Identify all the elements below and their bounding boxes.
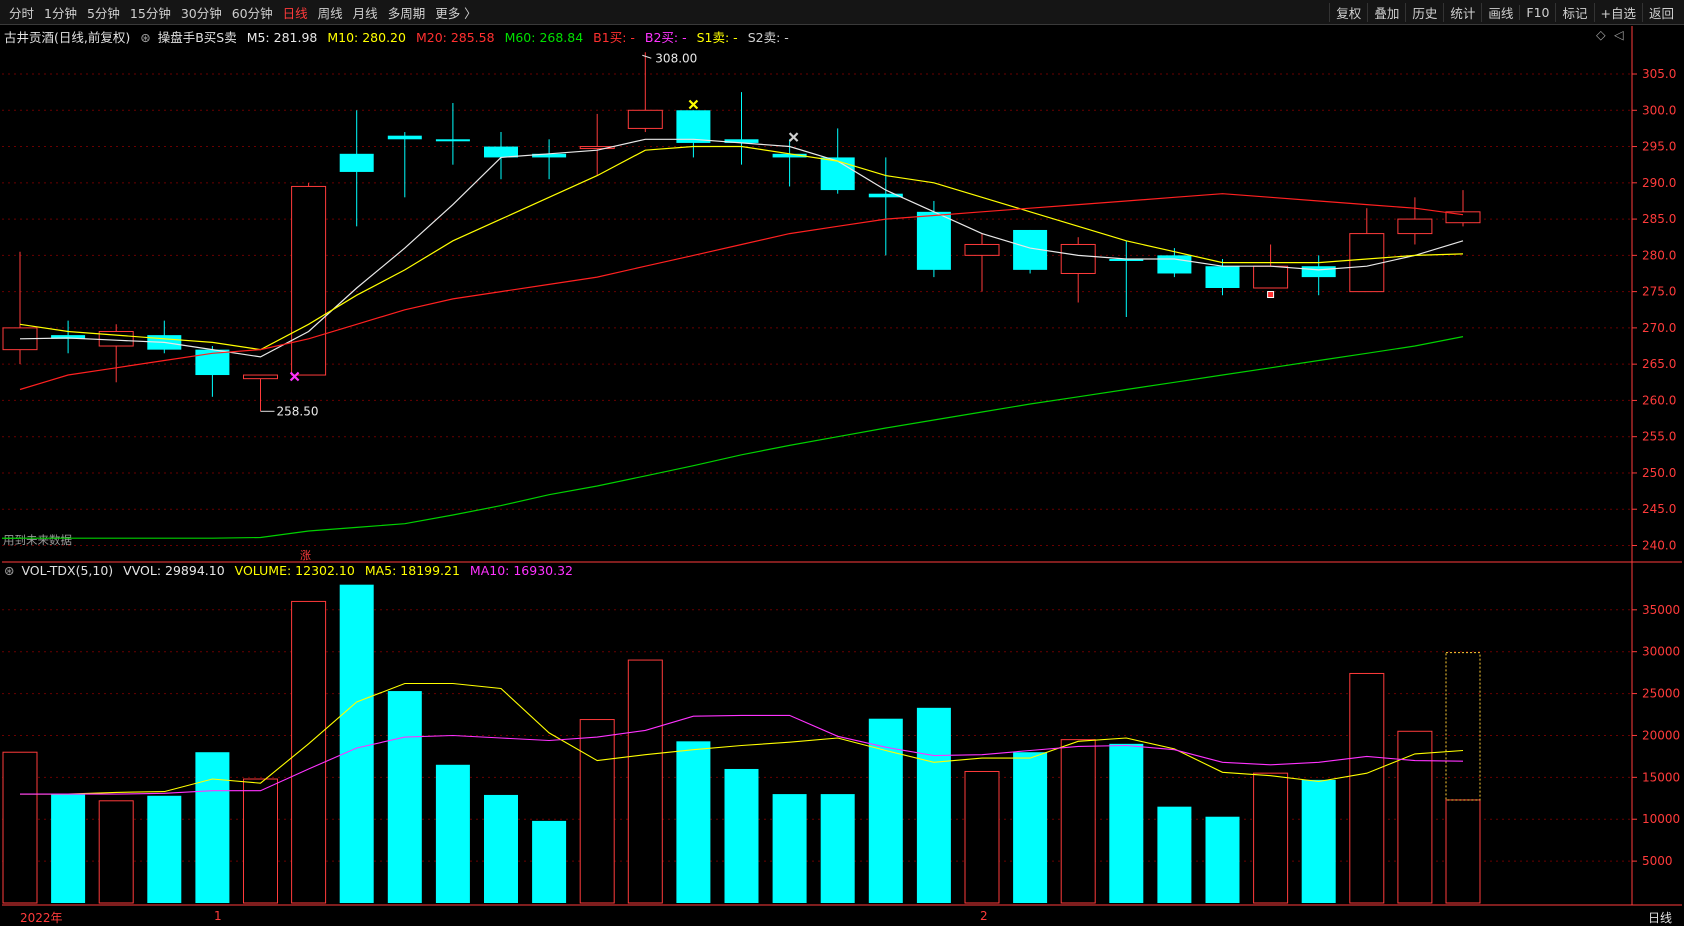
volume-bar-down — [1157, 806, 1192, 903]
candle-body-up — [1060, 243, 1096, 274]
volume-bar-down — [1301, 779, 1336, 903]
sell-signal-marker-2 — [788, 132, 799, 142]
volume-bar-down — [772, 794, 807, 903]
volume-bar-up — [2, 751, 38, 904]
ma-line-m5 — [19, 138, 1464, 358]
volume-tick-label: 30000 — [1642, 645, 1680, 659]
candle-body-down — [676, 110, 711, 143]
candle-body-down — [1205, 266, 1240, 288]
volume-bar-up — [98, 800, 134, 904]
volume-bar-down — [484, 794, 518, 903]
virtual-volume-bar — [1445, 652, 1481, 801]
volume-bar-up — [1253, 772, 1289, 904]
volume-bar-up — [243, 778, 278, 904]
volume-bar-up — [1349, 672, 1385, 904]
candle-body-down — [484, 146, 518, 158]
volume-bar-up — [627, 659, 663, 904]
candle-body-up — [1397, 218, 1433, 235]
price-tick-label: 265.0 — [1642, 357, 1676, 371]
candle-body-up — [964, 243, 1000, 256]
price-tick-label: 295.0 — [1642, 140, 1676, 154]
volume-bar-up — [964, 770, 1000, 904]
volume-tick-label: 20000 — [1642, 728, 1680, 742]
price-tick-label: 285.0 — [1642, 212, 1676, 226]
candle-body-down — [435, 139, 470, 142]
candle-body-down — [1157, 255, 1192, 274]
price-tick-label: 240.0 — [1642, 538, 1676, 552]
high-pointer — [642, 54, 652, 59]
time-axis: 2022年 1 2 日线 — [0, 909, 1684, 925]
volume-bar-up — [291, 600, 327, 904]
candle-body-down — [916, 211, 951, 270]
candle-body-up — [1349, 233, 1385, 293]
candle-body-down — [387, 135, 422, 140]
volume-bar-up — [1445, 799, 1481, 904]
volume-bar-down — [676, 741, 711, 903]
price-tick-label: 290.0 — [1642, 176, 1676, 190]
candle-body-up — [291, 185, 327, 376]
volume-bar-down — [51, 794, 86, 903]
volume-tick-label: 10000 — [1642, 812, 1680, 826]
volume-bar-down — [147, 795, 182, 903]
price-tick-label: 275.0 — [1642, 285, 1676, 299]
volume-bar-down — [916, 707, 951, 903]
price-tick-label: 305.0 — [1642, 67, 1676, 81]
red-square-marker — [1267, 291, 1275, 299]
price-tick-label: 250.0 — [1642, 466, 1676, 480]
kline-chart[interactable]: 240.0 245.0 250.0 255.0 260.0 265.0 270.0 275.0… — [0, 0, 1684, 924]
volume-bar-up — [579, 719, 615, 904]
price-tick-label: 255.0 — [1642, 430, 1676, 444]
volume-bar-down — [387, 691, 422, 903]
year-label: 2022年 — [20, 911, 63, 925]
volume-tick-label: 5000 — [1642, 854, 1673, 868]
volume-bar-down — [1205, 816, 1240, 903]
price-tick-label: 245.0 — [1642, 502, 1676, 516]
candle-body-down — [820, 157, 855, 191]
price-tick-label: 260.0 — [1642, 393, 1676, 407]
volume-bar-up — [1397, 730, 1433, 904]
month-label-1: 1 — [214, 909, 222, 923]
price-tick-label: 280.0 — [1642, 248, 1676, 262]
ma-line-m60 — [20, 336, 1464, 539]
ma-line-m10 — [19, 145, 1464, 351]
volume-bar-up — [1060, 739, 1096, 904]
volume-tick-label: 15000 — [1642, 770, 1680, 784]
period-status: 日线 — [1648, 911, 1673, 925]
volume-bar-down — [724, 768, 759, 903]
volume-bar-down — [532, 820, 567, 903]
candle-body-down — [339, 153, 374, 172]
volume-tick-label: 35000 — [1642, 603, 1680, 617]
volume-bar-down — [1013, 752, 1048, 903]
candle-body-up — [627, 109, 663, 129]
low-price-label: 258.50 — [277, 404, 319, 418]
volume-bar-down — [1109, 743, 1144, 903]
candle-body-down — [1301, 266, 1336, 278]
price-tick-label: 270.0 — [1642, 321, 1676, 335]
volume-tick-label: 25000 — [1642, 687, 1680, 701]
candle-body-up — [243, 374, 278, 380]
price-tick-label: 300.0 — [1642, 103, 1676, 117]
month-label-2: 2 — [980, 909, 988, 923]
volume-bar-down — [868, 718, 903, 903]
volume-bar-down — [435, 764, 470, 903]
candle-body-up — [1253, 265, 1289, 289]
sell-signal-marker — [688, 99, 699, 110]
volume-bar-down — [339, 584, 374, 903]
high-price-label: 308.00 — [655, 51, 697, 65]
volume-bar-down — [820, 794, 855, 903]
volume-bar-down — [195, 752, 230, 903]
